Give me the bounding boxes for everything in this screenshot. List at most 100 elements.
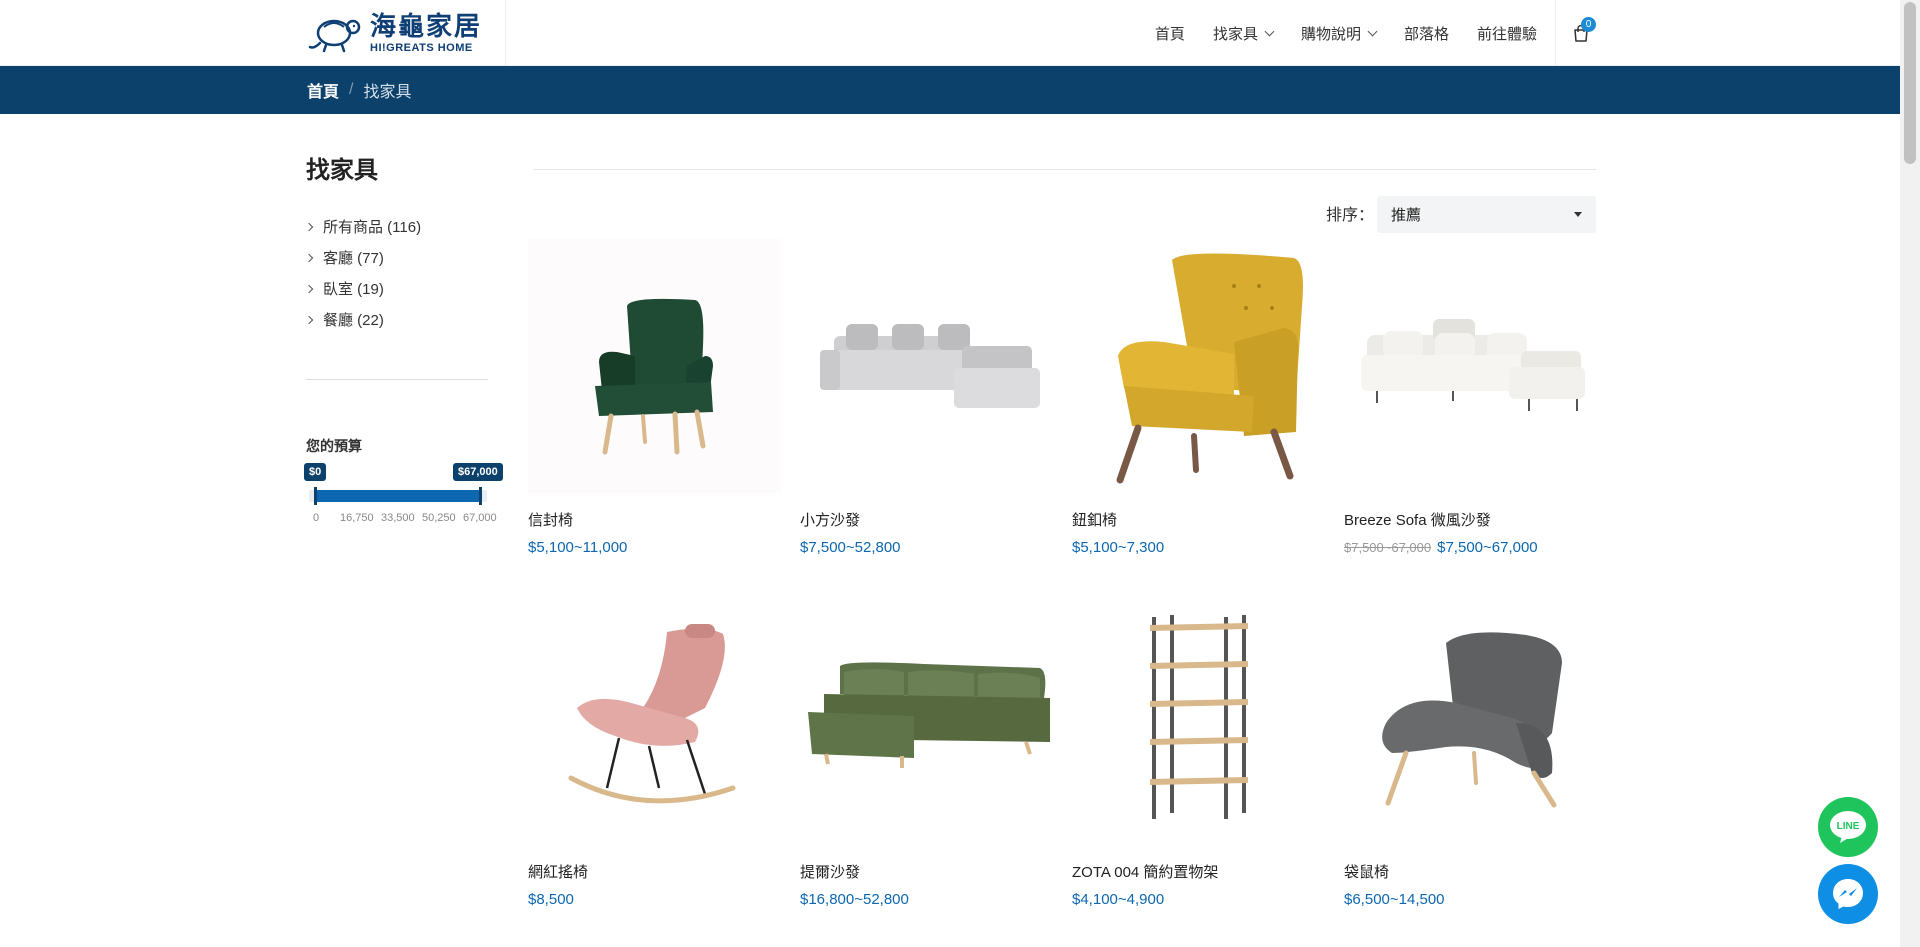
caret-down-icon	[1574, 212, 1582, 217]
budget-tick: 50,250	[422, 512, 456, 524]
sidebar-title: 找家具	[306, 157, 378, 184]
product-image[interactable]	[528, 591, 782, 845]
chevron-down-icon	[1264, 26, 1275, 36]
product-card[interactable]: ZOTA 004 簡約置物架 $4,100~4,900	[1072, 591, 1326, 908]
site-header: 海龜家居 HI!GREATS HOME 首頁 找家具 購物說明 部落格 前往體驗…	[0, 0, 1900, 66]
category-item-living-room[interactable]: 客廳 (77)	[304, 242, 421, 273]
product-name[interactable]: 鈕釦椅	[1072, 509, 1326, 530]
logo-english: HI!GREATS HOME	[370, 41, 473, 54]
category-label: 所有商品 (116)	[323, 219, 422, 236]
product-card[interactable]: 信封椅 $5,100~11,000	[528, 239, 782, 556]
product-price: $7,500~67,000 $7,500~67,000	[1344, 539, 1598, 556]
nav-find-furniture[interactable]: 找家具	[1212, 23, 1275, 44]
line-chat-button[interactable]: LINE	[1818, 797, 1878, 857]
product-price-value: $6,500~14,500	[1344, 891, 1445, 908]
messenger-chat-button[interactable]	[1818, 864, 1878, 924]
sort-select[interactable]: 推薦	[1377, 196, 1596, 233]
chevron-down-icon	[1367, 26, 1378, 36]
category-item-all[interactable]: 所有商品 (116)	[304, 211, 422, 242]
nav-home-label: 首頁	[1154, 25, 1185, 43]
product-card[interactable]: 袋鼠椅 $6,500~14,500	[1344, 591, 1598, 908]
nav-find-furniture-label: 找家具	[1212, 25, 1258, 43]
sort-selected-value: 推薦	[1391, 207, 1422, 224]
line-icon-text: LINE	[1837, 821, 1860, 832]
chevron-right-icon	[304, 253, 314, 262]
scrollbar-thumb[interactable]	[1904, 2, 1916, 164]
breadcrumb-home[interactable]: 首頁	[307, 78, 339, 102]
product-price-value: $7,500~52,800	[800, 539, 901, 556]
category-item-bedroom[interactable]: 臥室 (19)	[304, 273, 421, 304]
product-price: $8,500	[528, 891, 782, 908]
product-card[interactable]: Breeze Sofa 微風沙發 $7,500~67,000 $7,500~67,…	[1344, 239, 1598, 556]
green-armchair-image	[595, 298, 713, 455]
product-image[interactable]	[1072, 239, 1326, 493]
nav-experience[interactable]: 前往體驗	[1477, 23, 1537, 44]
product-image[interactable]	[800, 239, 1054, 493]
logo-divider	[505, 0, 506, 66]
product-name[interactable]: Breeze Sofa 微風沙發	[1344, 509, 1598, 530]
cart-divider	[1555, 0, 1556, 66]
product-name[interactable]: 網紅搖椅	[528, 861, 782, 882]
product-name[interactable]: 提爾沙發	[800, 861, 1054, 882]
budget-slider-max-handle[interactable]	[479, 487, 482, 505]
budget-slider-min-handle[interactable]	[314, 487, 317, 505]
category-list: 所有商品 (116) 客廳 (77) 臥室 (19) 餐廳 (22)	[304, 211, 422, 335]
product-name[interactable]: ZOTA 004 簡約置物架	[1072, 861, 1326, 882]
product-name[interactable]: 信封椅	[528, 509, 782, 530]
category-label: 客廳 (77)	[323, 250, 384, 267]
breadcrumb-bar: 首頁 / 找家具	[0, 66, 1900, 114]
budget-tick: 67,000	[463, 512, 497, 524]
yellow-button-chair-image	[1116, 253, 1303, 484]
sidebar-divider	[306, 379, 488, 380]
nav-shopping-guide[interactable]: 購物說明	[1300, 23, 1378, 44]
product-card[interactable]: 鈕釦椅 $5,100~7,300	[1072, 239, 1326, 556]
chevron-right-icon	[304, 284, 314, 293]
product-price-value: $16,800~52,800	[800, 891, 909, 908]
logo-text: 海龜家居 HI!GREATS HOME	[370, 13, 482, 54]
product-price: $7,500~52,800	[800, 539, 1054, 556]
product-image[interactable]	[1072, 591, 1326, 845]
site-logo[interactable]: 海龜家居 HI!GREATS HOME	[306, 10, 506, 56]
product-card[interactable]: 提爾沙發 $16,800~52,800	[800, 591, 1054, 908]
product-name[interactable]: 袋鼠椅	[1344, 861, 1598, 882]
product-price: $5,100~11,000	[528, 539, 782, 556]
budget-slider[interactable]	[309, 487, 487, 505]
pink-rocking-chair-image	[568, 624, 736, 804]
product-image[interactable]	[1344, 239, 1598, 493]
line-icon: LINE	[1830, 811, 1866, 843]
product-image[interactable]	[1344, 591, 1598, 845]
page-scrollbar[interactable]	[1900, 0, 1920, 947]
wooden-shelf-image	[1150, 615, 1248, 819]
budget-tick: 33,500	[381, 512, 415, 524]
green-sectional-sofa-image	[808, 662, 1050, 768]
budget-min-tooltip: $0	[304, 463, 327, 481]
product-price-value: $7,500~67,000	[1437, 539, 1538, 556]
breadcrumb-separator: /	[349, 81, 354, 98]
budget-tick: 16,750	[340, 512, 374, 524]
nav-shopping-guide-label: 購物說明	[1300, 25, 1361, 43]
product-name[interactable]: 小方沙發	[800, 509, 1054, 530]
product-price: $5,100~7,300	[1072, 539, 1326, 556]
cart-count-badge: 0	[1581, 17, 1596, 32]
content-divider	[534, 169, 1596, 170]
breadcrumb: 首頁 / 找家具	[307, 66, 411, 114]
chevron-right-icon	[304, 222, 314, 231]
product-old-price: $7,500~67,000	[1344, 540, 1432, 555]
category-label: 餐廳 (22)	[323, 312, 384, 329]
category-label: 臥室 (19)	[323, 281, 384, 298]
budget-max-tooltip: $67,000	[453, 463, 503, 481]
product-price: $16,800~52,800	[800, 891, 1054, 908]
sort-label: 排序：	[1326, 207, 1375, 224]
turtle-logo-icon	[308, 19, 361, 53]
nav-home[interactable]: 首頁	[1155, 23, 1185, 44]
category-item-dining-room[interactable]: 餐廳 (22)	[304, 304, 421, 335]
budget-slider-fill	[315, 490, 481, 502]
nav-blog[interactable]: 部落格	[1404, 23, 1449, 44]
budget-label: 您的預算	[306, 438, 362, 454]
product-card[interactable]: 網紅搖椅 $8,500	[528, 591, 782, 908]
product-card[interactable]: 小方沙發 $7,500~52,800	[800, 239, 1054, 556]
product-price-value: $4,100~4,900	[1072, 891, 1165, 908]
product-image[interactable]	[800, 591, 1054, 845]
product-image[interactable]	[528, 239, 782, 493]
grey-lounge-chair-image	[1382, 632, 1562, 808]
